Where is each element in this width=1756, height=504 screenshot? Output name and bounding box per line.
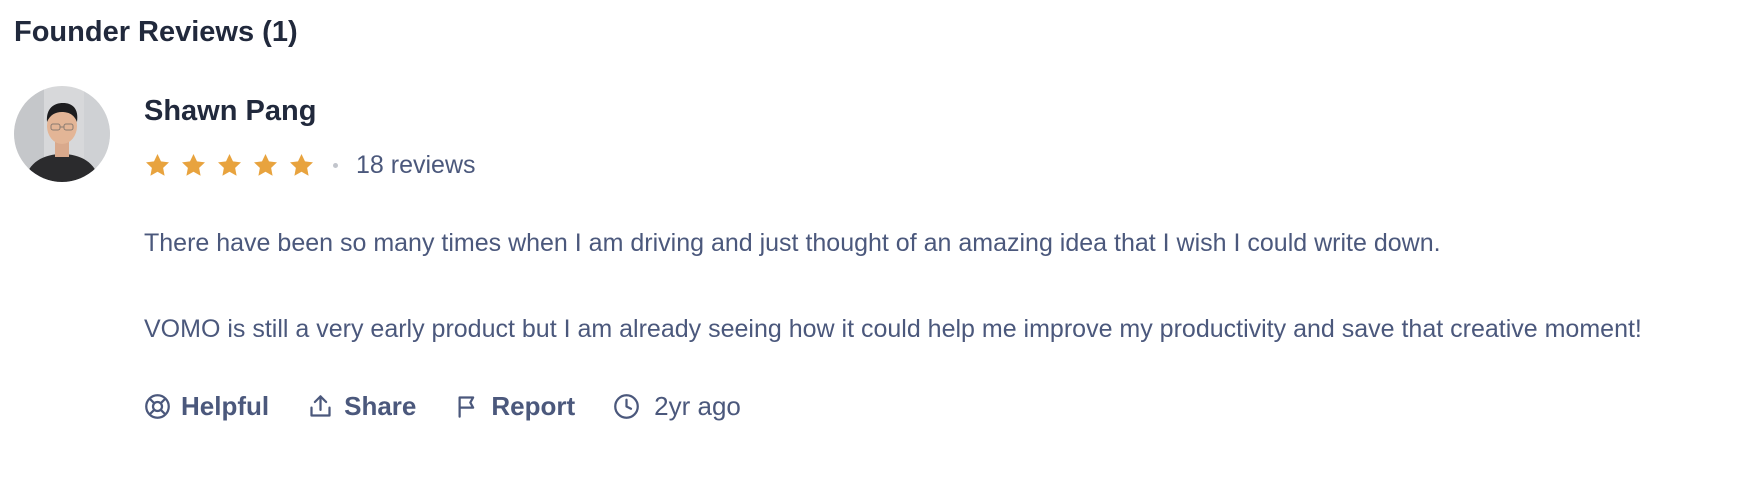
lifebuoy-icon — [145, 393, 170, 419]
author-name[interactable]: Shawn Pang — [144, 93, 316, 129]
report-label: Report — [491, 390, 576, 421]
share-label: Share — [344, 390, 417, 421]
star-icon — [182, 153, 205, 176]
share-icon — [310, 394, 331, 417]
helpful-button[interactable]: Helpful — [144, 391, 269, 422]
separator-dot — [333, 162, 338, 168]
review-count[interactable]: 18 reviews — [356, 151, 476, 180]
review-paragraph: There have been so many times when I am … — [144, 229, 1441, 257]
time-label: 2yr ago — [654, 390, 741, 421]
share-button[interactable]: Share — [307, 391, 416, 422]
review-text: There have been so many times when I am … — [144, 222, 1744, 351]
report-button[interactable]: Report — [454, 391, 575, 422]
clock-icon — [614, 393, 640, 419]
star-icon — [146, 153, 169, 176]
review-paragraph: VOMO is still a very early product but I… — [144, 315, 1642, 343]
avatar[interactable] — [14, 86, 110, 182]
review-timestamp: 2yr ago — [613, 391, 741, 422]
section-title: Founder Reviews (1) — [14, 16, 298, 48]
star-icon — [290, 153, 313, 176]
star-rating — [144, 152, 315, 179]
review-actions: Helpful Share Report 2yr ago — [144, 388, 741, 424]
rating-row: 18 reviews — [144, 150, 476, 180]
helpful-label: Helpful — [181, 390, 270, 421]
star-icon — [254, 153, 277, 176]
star-icon — [218, 153, 241, 176]
flag-icon — [458, 395, 475, 418]
